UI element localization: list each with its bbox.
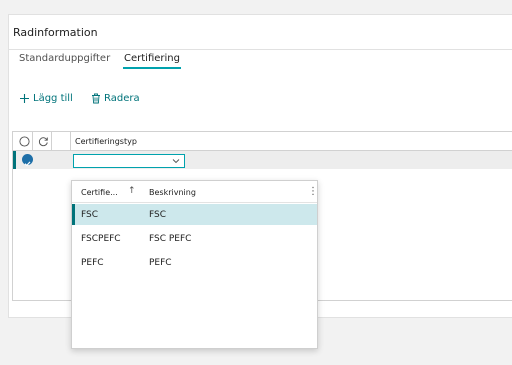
delete-button-label: Radera — [104, 93, 140, 104]
item-description: FSC — [149, 210, 167, 220]
certification-type-input[interactable] — [73, 154, 185, 168]
dropdown-header: Certifie... ↑ Beskrivning ⋮ — [72, 181, 318, 203]
item-code: PEFC — [81, 258, 104, 268]
item-description: PEFC — [149, 258, 172, 268]
select-all-circle-icon[interactable] — [19, 136, 30, 147]
column-header-code[interactable]: Certifie... — [81, 188, 118, 197]
grid-header: Certifieringstyp — [13, 132, 512, 151]
panel-header: Radinformation — [9, 15, 512, 50]
panel-title: Radinformation — [13, 26, 98, 39]
checkmark-icon — [24, 161, 31, 167]
column-divider — [70, 132, 71, 151]
trash-icon — [92, 93, 100, 104]
add-button-label: Lägg till — [33, 93, 73, 104]
chevron-down-icon[interactable] — [172, 158, 180, 164]
row-selection-marker — [72, 204, 75, 225]
list-item[interactable]: FSCPEFC FSC PEFC — [72, 228, 317, 249]
column-header-description[interactable]: Beskrivning — [149, 188, 196, 197]
check-circle-icon[interactable] — [22, 154, 33, 167]
tab-certification[interactable]: Certifiering — [123, 53, 181, 69]
item-code: FSCPEFC — [81, 234, 121, 244]
list-item[interactable]: PEFC PEFC — [72, 252, 317, 273]
delete-button[interactable]: Radera — [91, 93, 140, 104]
plus-icon — [20, 94, 29, 103]
item-description: FSC PEFC — [149, 234, 192, 244]
row-selection-marker — [13, 151, 16, 169]
more-vertical-icon[interactable]: ⋮ — [308, 186, 318, 197]
tab-certification-label: Certifiering — [124, 53, 180, 64]
item-code: FSC — [81, 210, 99, 220]
refresh-icon[interactable] — [38, 136, 49, 147]
active-tab-indicator — [123, 67, 181, 69]
arrow-up-icon: ↑ — [128, 186, 136, 196]
column-header-certification-type[interactable]: Certifieringstyp — [75, 137, 137, 146]
certification-lookup-dropdown: Certifie... ↑ Beskrivning ⋮ FSC FSC FSCP… — [71, 180, 318, 349]
tab-standard-details[interactable]: Standarduppgifter — [19, 53, 110, 64]
add-button[interactable]: Lägg till — [19, 93, 73, 104]
list-item[interactable]: FSC FSC — [72, 204, 317, 225]
